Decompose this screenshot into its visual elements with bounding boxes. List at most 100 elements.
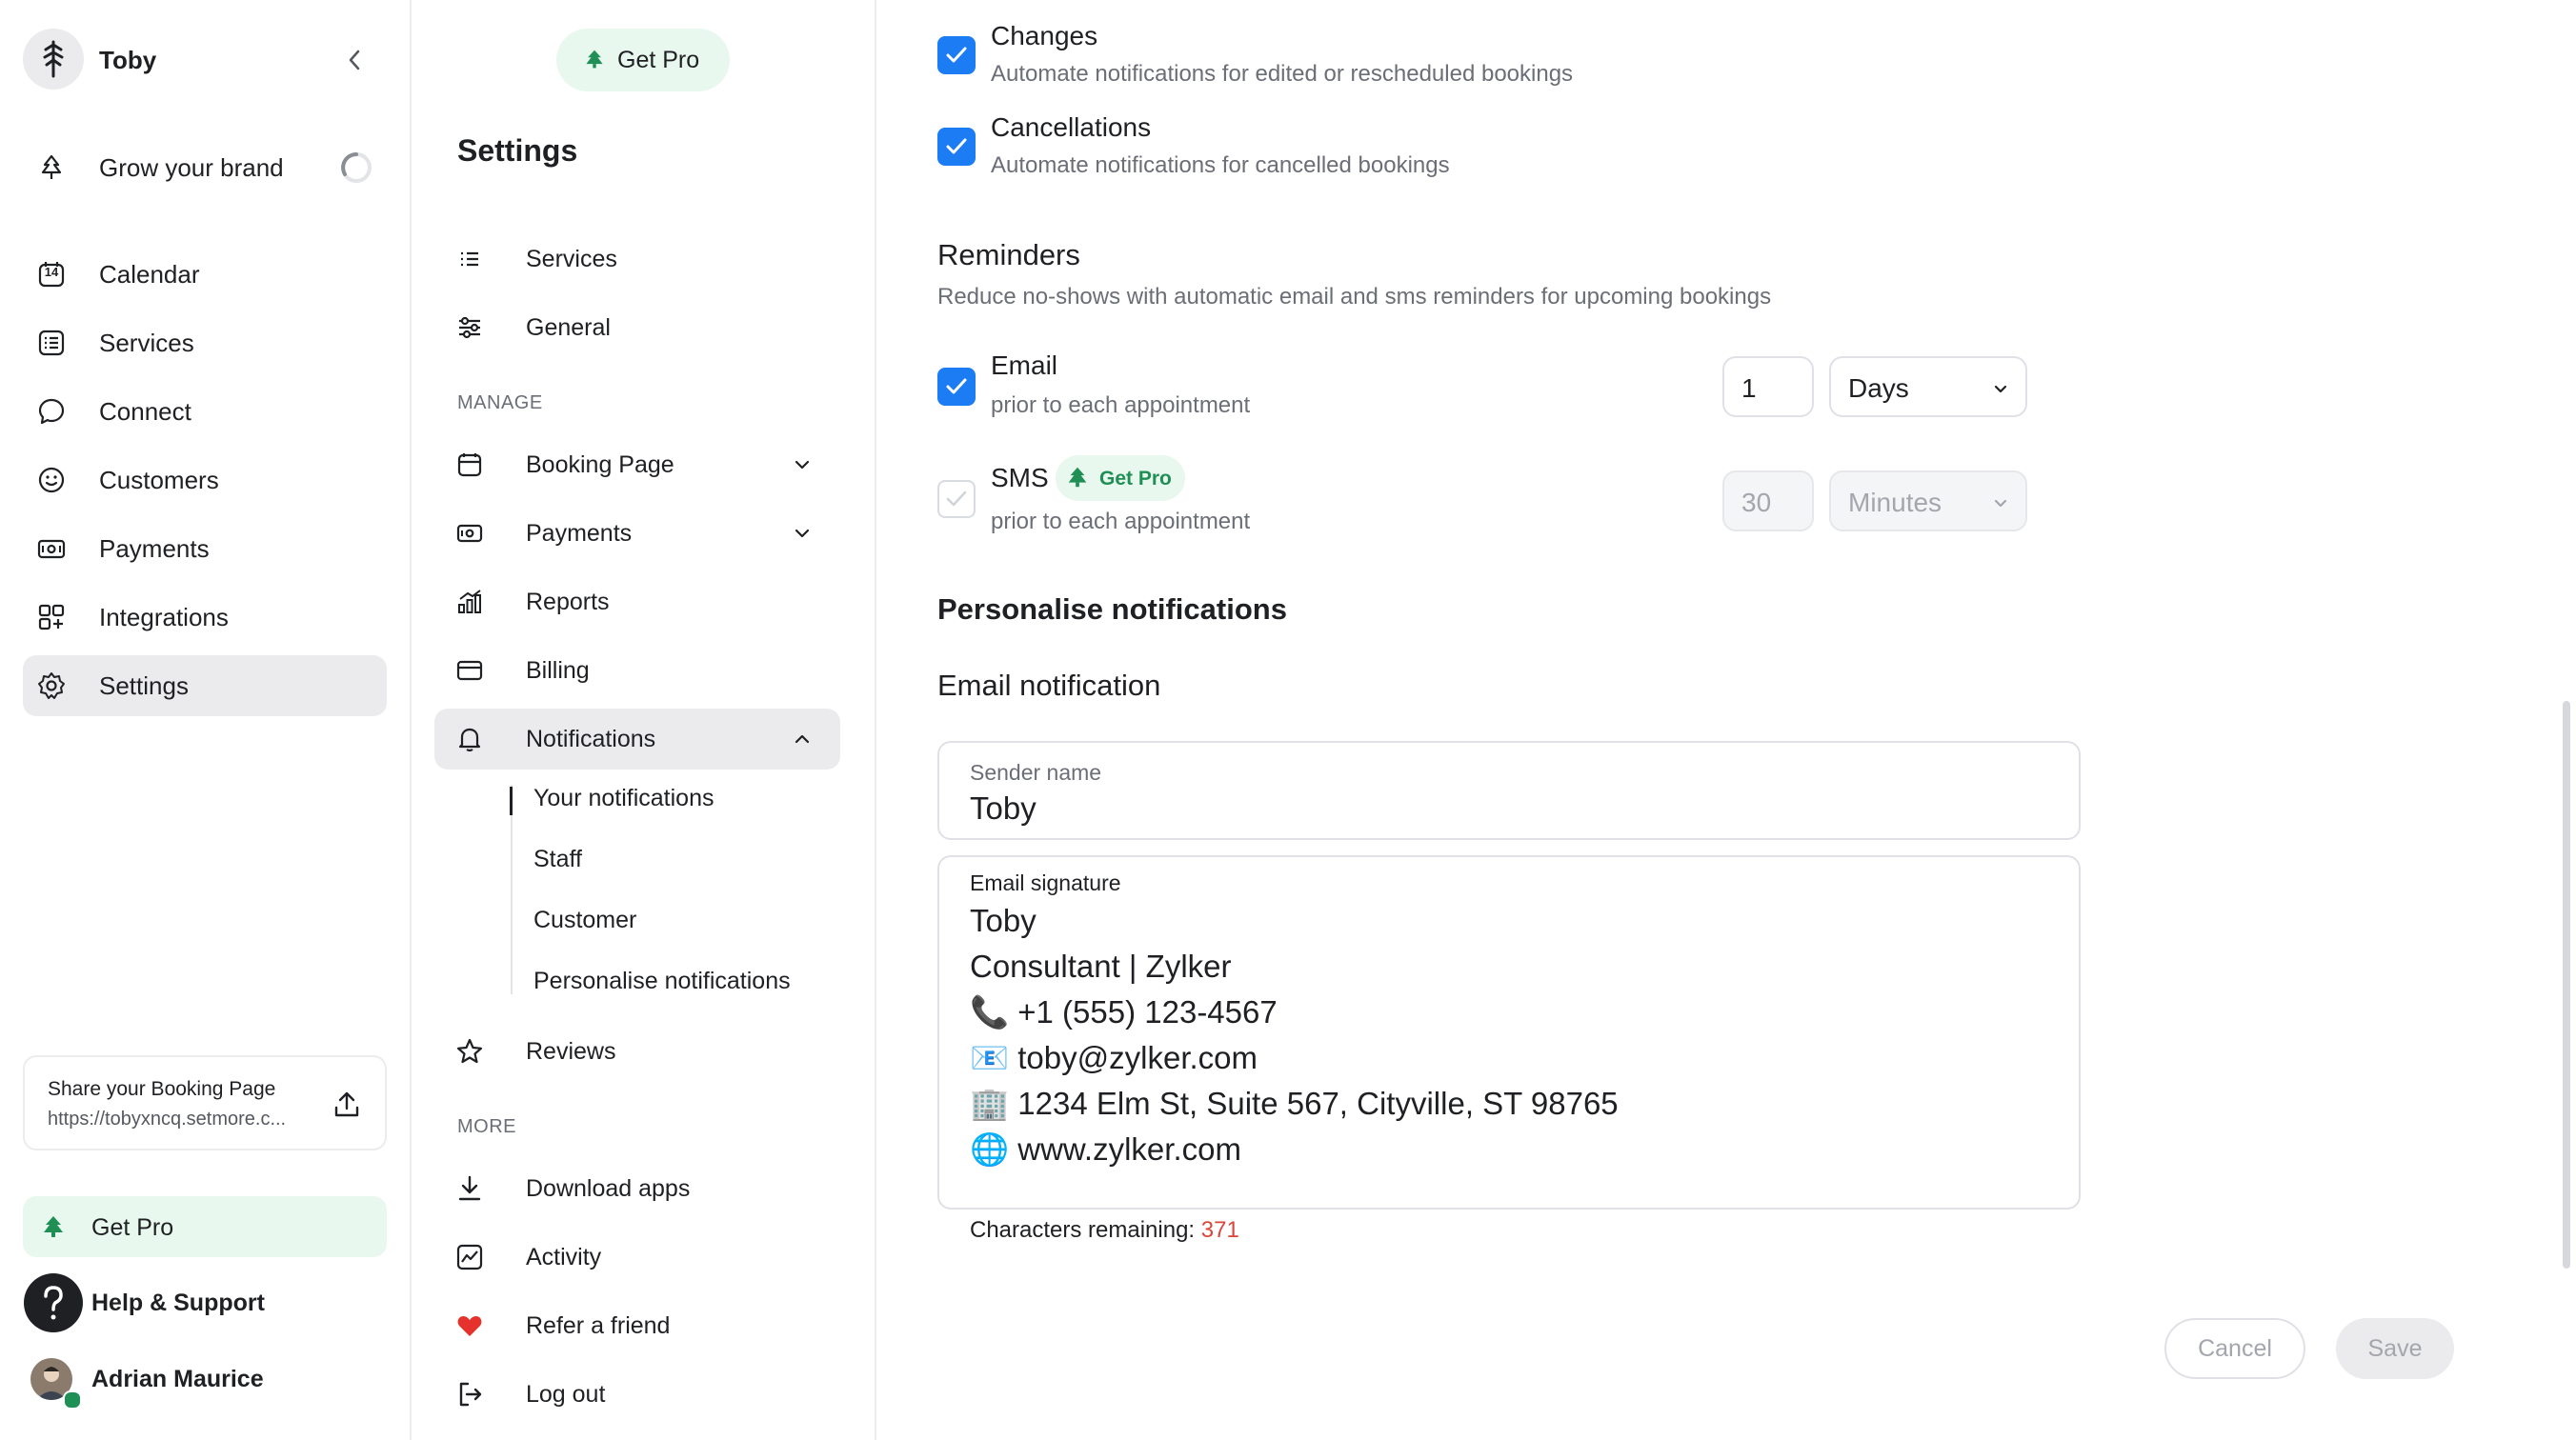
share-title: Share your Booking Page bbox=[48, 1078, 276, 1100]
nav-integrations[interactable]: Integrations bbox=[23, 587, 387, 648]
sliders-icon bbox=[459, 316, 480, 339]
email-reminder-description: prior to each appointment bbox=[991, 392, 1251, 418]
email-reminder-unit-select[interactable]: Days bbox=[1829, 356, 2027, 417]
settings-item-services[interactable]: Services bbox=[434, 229, 840, 290]
settings-item-booking-page[interactable]: Booking Page bbox=[434, 434, 840, 495]
grow-your-brand-item[interactable]: Grow your brand bbox=[23, 137, 387, 198]
share-upload-icon[interactable] bbox=[332, 1090, 362, 1120]
nav-connect-label: Connect bbox=[99, 396, 191, 426]
settings-item-booking-page-label: Booking Page bbox=[526, 450, 674, 478]
chat-bubble-icon bbox=[38, 398, 65, 425]
settings-item-notifications[interactable]: Notifications bbox=[434, 709, 840, 770]
settings-item-reports-label: Reports bbox=[526, 588, 610, 615]
money-icon bbox=[456, 524, 483, 543]
collapse-sidebar-button[interactable] bbox=[343, 48, 368, 72]
email-reminder-checkbox[interactable] bbox=[937, 368, 976, 406]
cancellations-checkbox[interactable] bbox=[937, 128, 976, 166]
settings-item-payments-label: Payments bbox=[526, 519, 633, 547]
page-title: Settings bbox=[457, 133, 578, 168]
settings-item-general-label: General bbox=[526, 313, 611, 341]
nav-settings[interactable]: Settings bbox=[23, 655, 387, 716]
progress-ring-icon bbox=[341, 152, 372, 183]
submenu-personalise-notifications[interactable]: Personalise notifications bbox=[533, 968, 791, 995]
share-booking-page-card[interactable]: Share your Booking Page https://tobyxncq… bbox=[23, 1055, 387, 1150]
settings-item-log-out[interactable]: Log out bbox=[434, 1364, 840, 1425]
settings-item-download-apps[interactable]: Download apps bbox=[434, 1158, 840, 1219]
nav-customers[interactable]: Customers bbox=[23, 450, 387, 510]
sms-reminder-checkbox[interactable] bbox=[937, 480, 976, 518]
booking-page-icon bbox=[457, 453, 482, 477]
help-support-label: Help & Support bbox=[91, 1290, 265, 1316]
cancel-button-label: Cancel bbox=[2198, 1334, 2272, 1362]
settings-get-pro-label: Get Pro bbox=[617, 47, 700, 73]
star-icon bbox=[456, 1038, 483, 1064]
save-button[interactable]: Save bbox=[2336, 1318, 2454, 1379]
settings-item-download-apps-label: Download apps bbox=[526, 1174, 691, 1202]
sidebar-get-pro-label: Get Pro bbox=[91, 1214, 174, 1241]
nav-services[interactable]: Services bbox=[23, 312, 387, 373]
sidebar-get-pro-button[interactable]: Get Pro bbox=[23, 1196, 387, 1257]
reports-icon bbox=[458, 590, 481, 613]
user-avatar[interactable] bbox=[23, 29, 84, 90]
settings-item-reviews[interactable]: Reviews bbox=[434, 1021, 840, 1082]
help-support-item[interactable]: Help & Support bbox=[23, 1272, 387, 1333]
signature-line: Consultant | Zylker bbox=[970, 949, 1232, 984]
pro-tree-icon bbox=[1068, 467, 1087, 488]
sms-reminder-value: 30 bbox=[1741, 488, 1772, 517]
settings-item-refer-a-friend[interactable]: Refer a friend bbox=[434, 1295, 840, 1356]
nav-integrations-label: Integrations bbox=[99, 602, 229, 631]
sender-name-field[interactable]: Sender name Toby bbox=[937, 741, 2081, 840]
nav-settings-label: Settings bbox=[99, 670, 189, 700]
grow-your-brand-label: Grow your brand bbox=[99, 152, 284, 182]
email-reminder-value: 1 bbox=[1741, 373, 1757, 403]
nav-calendar[interactable]: 14 Calendar bbox=[23, 244, 387, 305]
settings-item-payments[interactable]: Payments bbox=[434, 503, 840, 564]
grid-plus-icon bbox=[38, 604, 65, 630]
submenu-customer[interactable]: Customer bbox=[533, 907, 636, 934]
submenu-guide-line bbox=[511, 785, 513, 994]
manage-section-heading: MANAGE bbox=[457, 392, 543, 413]
signature-line: Toby bbox=[970, 903, 1036, 938]
signature-line: 🏢 1234 Elm St, Suite 567, Cityville, ST … bbox=[970, 1086, 1619, 1121]
sms-reminder-unit-select[interactable]: Minutes bbox=[1829, 470, 2027, 531]
chevron-up-icon bbox=[795, 734, 810, 744]
chevron-down-icon bbox=[795, 460, 810, 470]
checkmark-icon bbox=[946, 47, 967, 63]
activity-icon bbox=[456, 1244, 483, 1270]
account-item[interactable]: Adrian Maurice bbox=[23, 1349, 387, 1410]
sms-reminder-value-input[interactable]: 30 bbox=[1722, 470, 1814, 531]
signature-line: 🌐 www.zylker.com bbox=[970, 1131, 1241, 1167]
settings-item-billing[interactable]: Billing bbox=[434, 640, 840, 701]
email-signature-field[interactable]: Email signature Toby Consultant | Zylker… bbox=[937, 855, 2081, 1210]
checkmark-icon bbox=[946, 490, 967, 507]
changes-checkbox[interactable] bbox=[937, 36, 976, 74]
cancel-button[interactable]: Cancel bbox=[2164, 1318, 2305, 1379]
email-reminder-value-input[interactable]: 1 bbox=[1722, 356, 1814, 417]
settings-item-reports[interactable]: Reports bbox=[434, 571, 840, 632]
chevron-left-icon bbox=[349, 50, 360, 70]
save-button-label: Save bbox=[2367, 1334, 2423, 1362]
email-reminder-title: Email bbox=[991, 350, 1058, 380]
list-icon bbox=[461, 251, 478, 267]
share-url[interactable]: https://tobyxncq.setmore.c... bbox=[48, 1109, 286, 1130]
settings-get-pro-button[interactable]: Get Pro bbox=[556, 29, 730, 91]
nav-payments[interactable]: Payments bbox=[23, 518, 387, 579]
user-name[interactable]: Toby bbox=[99, 46, 156, 75]
nav-services-label: Services bbox=[99, 328, 194, 357]
submenu-your-notifications[interactable]: Your notifications bbox=[533, 785, 714, 812]
submenu-staff[interactable]: Staff bbox=[533, 846, 582, 873]
sms-get-pro-badge[interactable]: Get Pro bbox=[1056, 455, 1185, 501]
settings-item-general[interactable]: General bbox=[434, 297, 840, 358]
main-scrollbar-thumb[interactable] bbox=[2563, 701, 2570, 1269]
settings-item-billing-label: Billing bbox=[526, 656, 590, 684]
characters-remaining: Characters remaining: 371 bbox=[970, 1217, 1239, 1244]
nav-connect[interactable]: Connect bbox=[23, 381, 387, 442]
settings-item-activity-label: Activity bbox=[526, 1243, 602, 1270]
heart-icon bbox=[457, 1316, 482, 1336]
signature-line: 📞 +1 (555) 123-4567 bbox=[970, 994, 1278, 1030]
settings-item-activity[interactable]: Activity bbox=[434, 1227, 840, 1288]
personalise-notifications-heading: Personalise notifications bbox=[937, 592, 1287, 626]
nav-calendar-label: Calendar bbox=[99, 259, 200, 289]
smiley-icon bbox=[38, 467, 65, 493]
checkmark-icon bbox=[946, 138, 967, 154]
